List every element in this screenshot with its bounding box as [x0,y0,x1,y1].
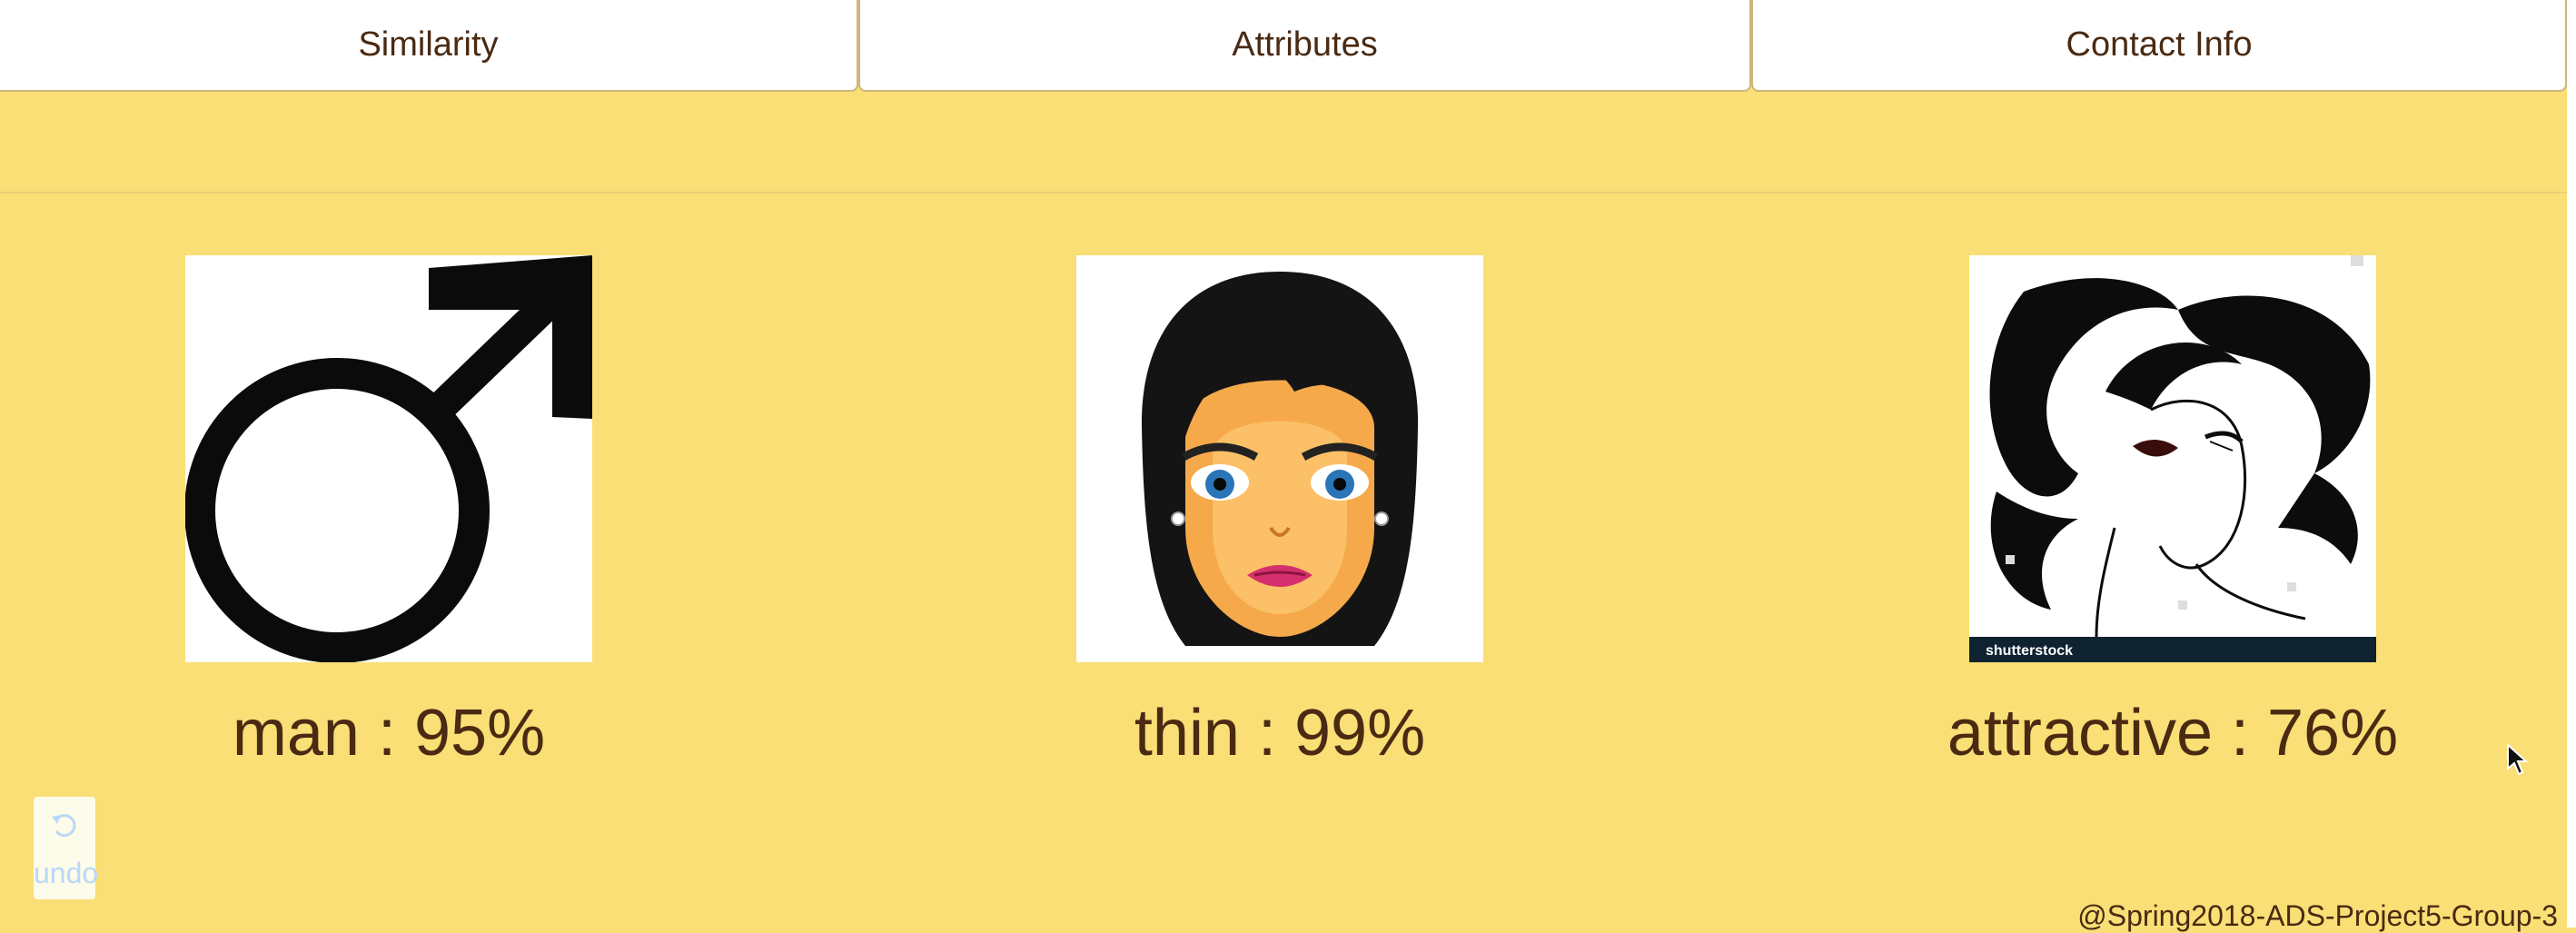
tab-contact-info[interactable]: Contact Info [1751,0,2567,92]
divider [0,192,2567,194]
undo-arrow-icon [52,814,76,838]
mouse-cursor-icon [2507,743,2528,776]
male-symbol-icon [185,255,592,662]
page: Similarity Attributes Contact Info man :… [0,0,2567,932]
tab-bar: Similarity Attributes Contact Info [0,0,2567,92]
woman-portrait-illustration: shutterstock [1969,255,2376,662]
result-image-thin [1076,255,1483,662]
result-label-man: man : 95% [232,697,546,769]
window-edge [2567,0,2576,928]
tab-similarity[interactable]: Similarity [0,0,858,92]
cartoon-woman-face-icon [1076,255,1483,662]
result-card-man: man : 95% [185,255,592,769]
undo-button[interactable]: undo [34,797,99,899]
result-image-man [185,255,592,662]
result-label-thin: thin : 99% [1134,697,1426,769]
shutterstock-watermark: shutterstock [1986,643,2073,659]
footer-credit: @Spring2018-ADS-Project5-Group-3 [2077,899,2558,932]
tab-attributes[interactable]: Attributes [858,0,1751,92]
result-card-thin: thin : 99% [1076,255,1483,769]
undo-label: undo [34,857,99,889]
result-image-attractive: shutterstock [1969,255,2376,662]
result-card-attractive: shutterstock attractive : 76% [1947,255,2398,769]
result-label-attractive: attractive : 76% [1947,697,2399,769]
